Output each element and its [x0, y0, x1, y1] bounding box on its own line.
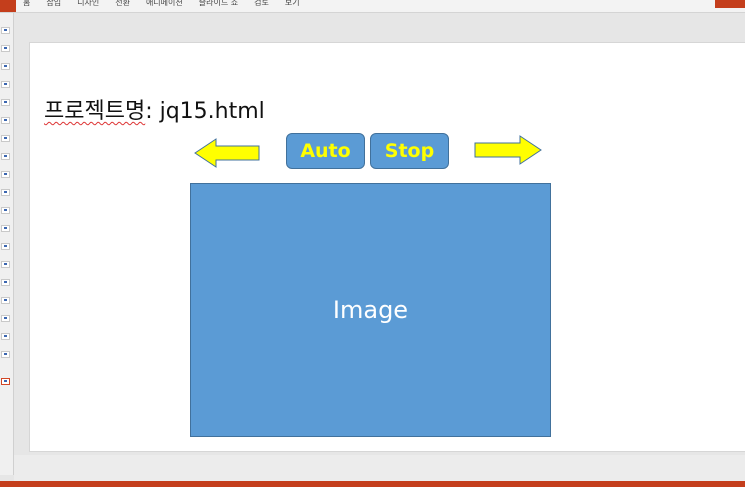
slide-canvas[interactable]: 프로젝트명: jq15.html Auto Stop Image [29, 42, 745, 452]
slide-thumbnail[interactable] [1, 351, 10, 358]
tab-home[interactable]: 홈 [23, 0, 30, 8]
right-arrow-icon[interactable] [474, 135, 542, 165]
slide-thumbnail[interactable] [1, 27, 10, 34]
project-title-filename: : jq15.html [145, 99, 265, 124]
tab-transitions[interactable]: 전환 [115, 0, 130, 8]
tab-design[interactable]: 디자인 [77, 0, 99, 8]
notes-area[interactable] [14, 455, 745, 481]
image-placeholder[interactable]: Image [190, 183, 551, 437]
left-arrow-icon[interactable] [194, 138, 260, 168]
slide-thumbnail[interactable] [1, 81, 10, 88]
slide-thumbnail[interactable] [1, 45, 10, 52]
slide-thumbnail[interactable] [1, 99, 10, 106]
slide-thumbnail[interactable] [1, 315, 10, 322]
slide-thumbnail[interactable] [1, 153, 10, 160]
account-area[interactable] [715, 0, 745, 8]
auto-button[interactable]: Auto [286, 133, 365, 169]
stop-button[interactable]: Stop [370, 133, 449, 169]
tab-slideshow[interactable]: 슬라이드 쇼 [199, 0, 238, 8]
ribbon-tab-bar: 홈 삽입 디자인 전환 애니메이션 슬라이드 쇼 검토 보기 [0, 0, 745, 13]
tab-animations[interactable]: 애니메이션 [146, 0, 183, 8]
tab-review[interactable]: 검토 [254, 0, 269, 8]
image-label: Image [332, 296, 409, 324]
slide-thumbnail-pane[interactable] [0, 13, 14, 475]
slide-thumbnail[interactable] [1, 297, 10, 304]
slide-thumbnail[interactable] [1, 225, 10, 232]
file-tab[interactable] [0, 0, 16, 12]
slide-thumbnail[interactable] [1, 117, 10, 124]
project-title-label: 프로젝트명 [44, 99, 146, 124]
powerpoint-window: 홈 삽입 디자인 전환 애니메이션 슬라이드 쇼 검토 보기 프로젝트명: jq… [0, 0, 745, 487]
tab-insert[interactable]: 삽입 [46, 0, 61, 8]
slide-thumbnail[interactable] [1, 207, 10, 214]
ribbon-tabs: 홈 삽입 디자인 전환 애니메이션 슬라이드 쇼 검토 보기 [23, 0, 316, 8]
project-title[interactable]: 프로젝트명: jq15.html [44, 93, 265, 125]
slide-thumbnail[interactable] [1, 333, 10, 340]
slide-thumbnail[interactable] [1, 279, 10, 286]
tab-view[interactable]: 보기 [285, 0, 300, 8]
slide-thumbnail[interactable] [1, 63, 10, 70]
slide-thumbnail-selected[interactable] [1, 378, 10, 385]
slide-thumbnail[interactable] [1, 243, 10, 250]
slide-thumbnail[interactable] [1, 135, 10, 142]
slide-thumbnail[interactable] [1, 171, 10, 178]
slide-thumbnail[interactable] [1, 189, 10, 196]
slide-thumbnail[interactable] [1, 261, 10, 268]
status-bar [0, 481, 745, 487]
